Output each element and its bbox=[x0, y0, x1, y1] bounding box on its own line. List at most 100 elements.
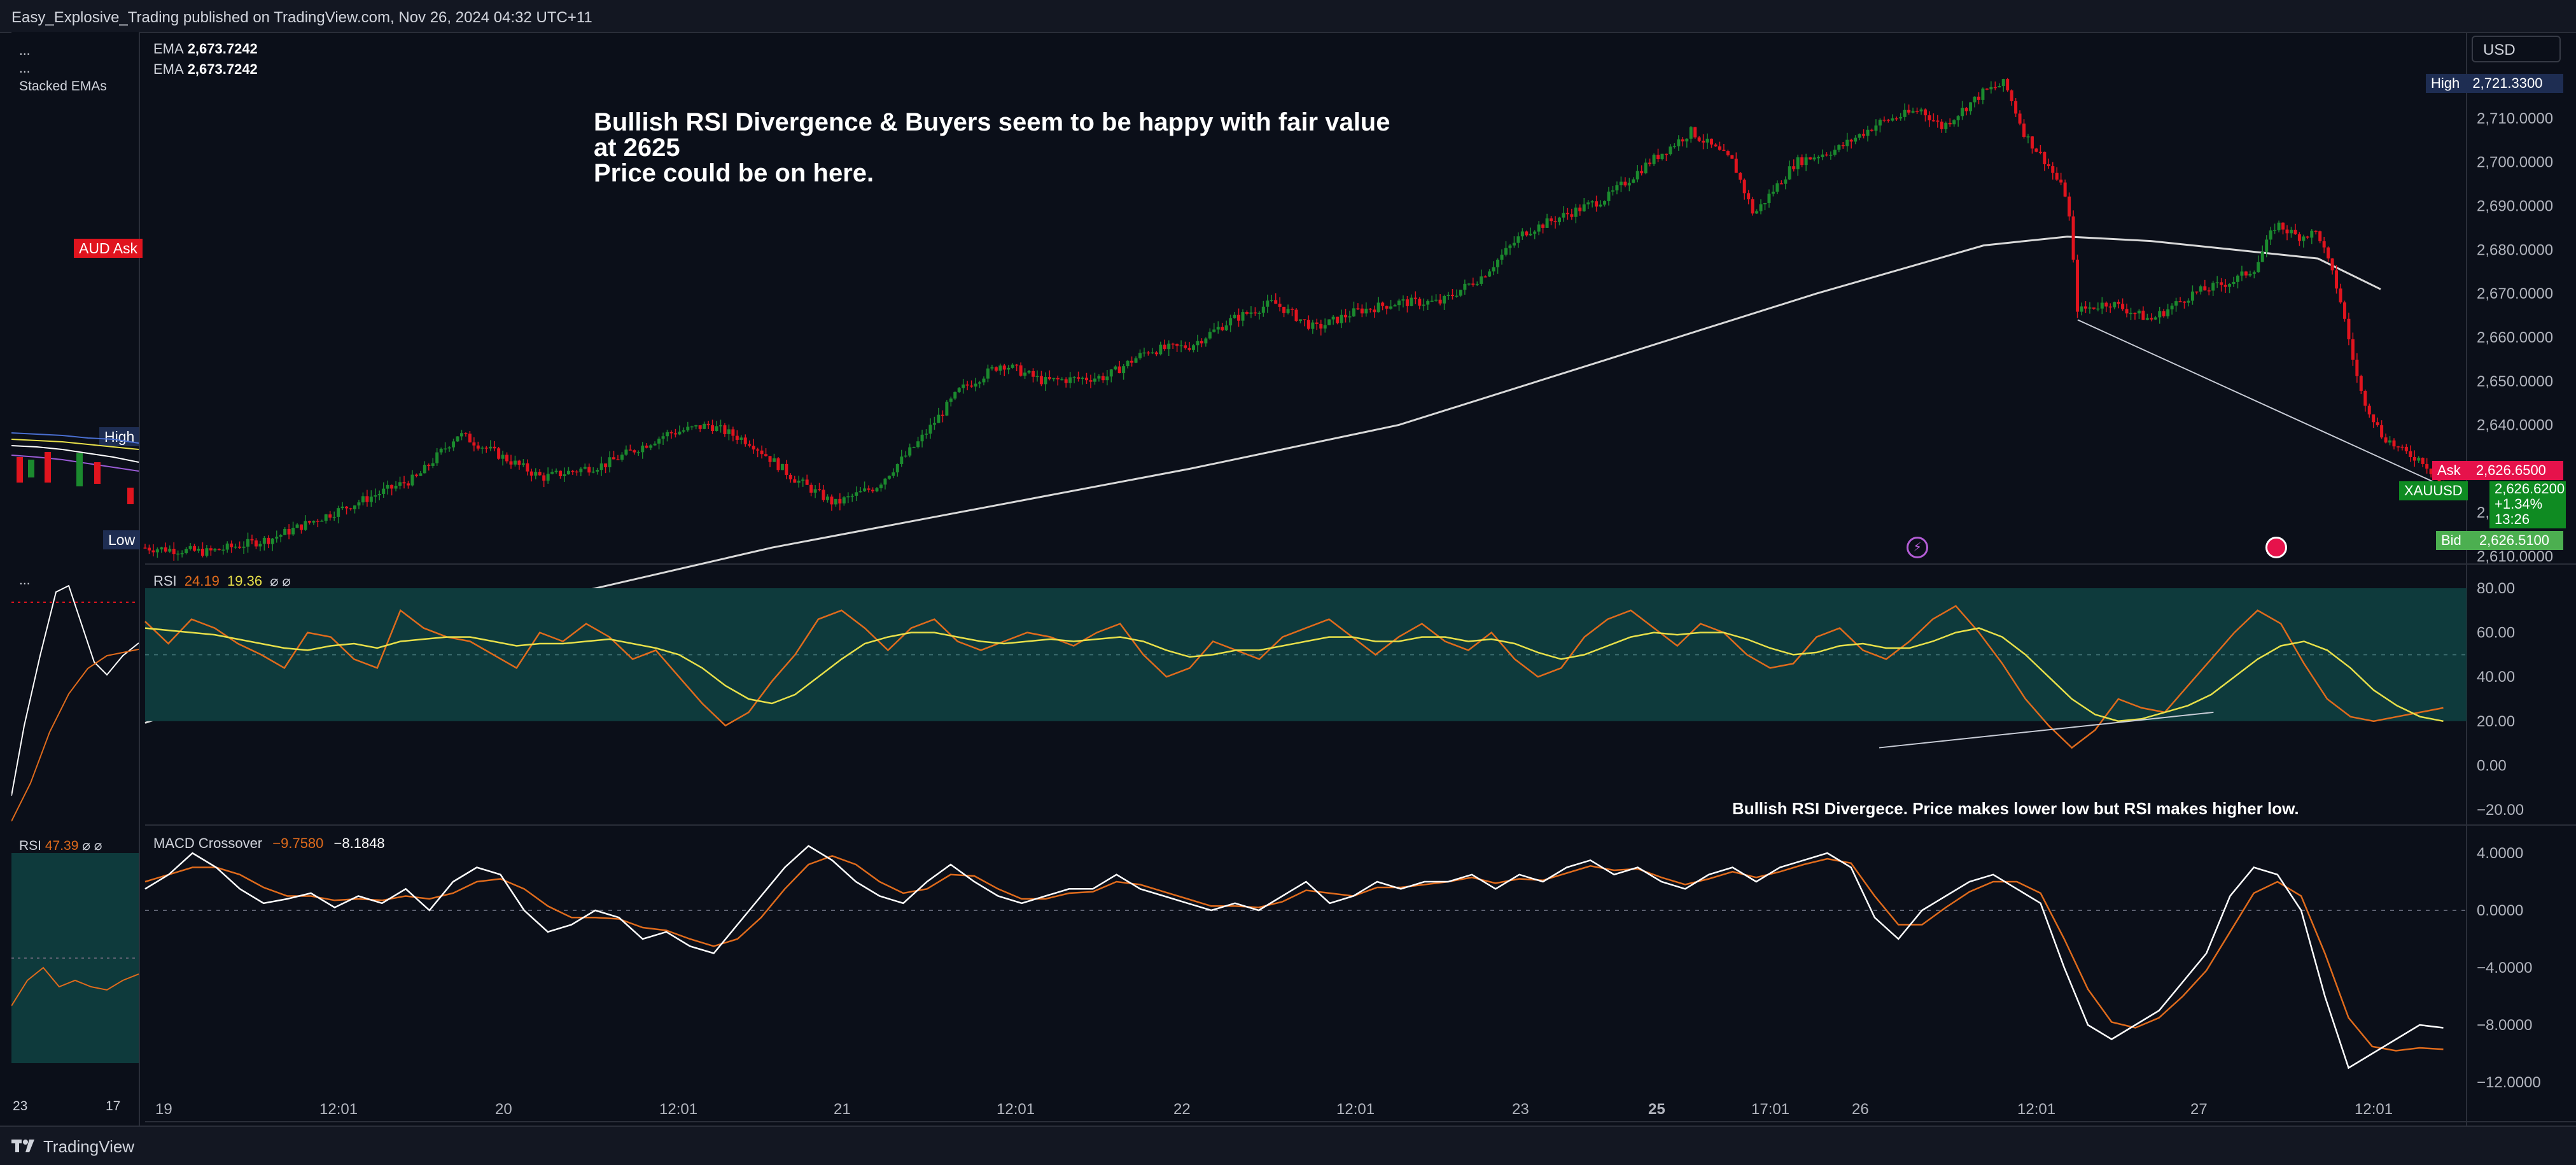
candle-body bbox=[1130, 360, 1134, 363]
candle-body bbox=[287, 528, 291, 535]
candle-body bbox=[1809, 157, 1812, 160]
candle-body bbox=[1553, 221, 1557, 222]
candle-body bbox=[1936, 120, 1940, 122]
candle-body bbox=[1467, 283, 1471, 285]
candle-body bbox=[295, 524, 299, 528]
candle-body bbox=[1381, 302, 1385, 306]
candle-body bbox=[1443, 295, 1446, 304]
rsi-legend-icons[interactable]: ⌀ ⌀ bbox=[270, 573, 291, 589]
candle-body bbox=[1352, 308, 1355, 317]
candle-body bbox=[505, 455, 509, 462]
candle-body bbox=[2244, 271, 2248, 276]
candle-body bbox=[2228, 284, 2232, 287]
rsi-legend[interactable]: RSI 24.19 19.36 ⌀ ⌀ bbox=[153, 573, 291, 590]
candle-body bbox=[1368, 308, 1372, 310]
candle-body bbox=[2092, 307, 2096, 309]
candle-body bbox=[559, 470, 563, 477]
macd-legend[interactable]: MACD Crossover −9.7580 −8.1848 bbox=[153, 835, 385, 852]
time-axis-tick: 12:01 bbox=[997, 1101, 1035, 1118]
candle-body bbox=[197, 548, 200, 551]
candle-body bbox=[2113, 302, 2117, 307]
price-divergence-line bbox=[2077, 319, 2444, 487]
candle-body bbox=[649, 445, 653, 448]
candle-body bbox=[1886, 120, 1890, 121]
candle-body bbox=[1611, 190, 1614, 192]
candle-body bbox=[213, 549, 217, 551]
main-annotation-text: Bullish RSI Divergence & Buyers seem to … bbox=[594, 109, 1408, 186]
candle-body bbox=[2026, 136, 2030, 138]
ema-legend-1[interactable]: EMA 2,673.7242 bbox=[153, 41, 258, 57]
candle-body bbox=[780, 463, 784, 470]
time-axis-tick: 26 bbox=[1852, 1101, 1869, 1118]
candle-body bbox=[2133, 313, 2137, 314]
candle-body bbox=[743, 437, 747, 444]
candle-body bbox=[1294, 309, 1298, 321]
candle-body bbox=[661, 436, 665, 439]
candle-body bbox=[731, 429, 735, 436]
candle-body bbox=[1788, 166, 1791, 180]
candle-body bbox=[2051, 166, 2055, 173]
candle-body bbox=[912, 447, 916, 448]
price-axis-tick: 2,680.0000 bbox=[2477, 241, 2553, 258]
currency-selector[interactable]: USD bbox=[2472, 36, 2561, 62]
candle-body bbox=[390, 484, 394, 489]
lightning-event-icon[interactable]: ⚡ bbox=[1907, 537, 1928, 558]
rsi-legend-value: 24.19 bbox=[184, 573, 220, 589]
candle-body bbox=[1854, 138, 1858, 142]
candle-body bbox=[365, 496, 369, 502]
last-price-value: 2,626.6200 bbox=[2495, 481, 2565, 497]
price-axis-tick: 2,610.0000 bbox=[2477, 548, 2553, 565]
candle-body bbox=[1833, 150, 1837, 155]
candle-body bbox=[1894, 118, 1898, 120]
candle-body bbox=[1093, 378, 1096, 382]
candle-body bbox=[324, 514, 328, 521]
candle-body bbox=[636, 452, 640, 453]
candle-body bbox=[925, 434, 928, 435]
candle-body bbox=[427, 465, 431, 466]
candle-body bbox=[1216, 327, 1220, 330]
candle-body bbox=[1763, 202, 1767, 204]
tradingview-brand: TradingView bbox=[43, 1137, 135, 1156]
ema-legend-2[interactable]: EMA 2,673.7242 bbox=[153, 61, 258, 78]
candle-body bbox=[2190, 291, 2194, 301]
candle-body bbox=[1973, 96, 1977, 102]
candle-body bbox=[2014, 101, 2018, 114]
ask-tag-value: 2,626.6500 bbox=[2475, 462, 2546, 478]
candle-body bbox=[1862, 134, 1866, 136]
us-flag-event-icon[interactable] bbox=[2265, 537, 2287, 558]
candle-body bbox=[1565, 213, 1569, 215]
candle-body bbox=[1870, 129, 1873, 131]
candle-body bbox=[1648, 162, 1652, 164]
candle-body bbox=[1179, 345, 1183, 346]
price-axis-tick: 2,660.0000 bbox=[2477, 329, 2553, 346]
candle-body bbox=[1044, 377, 1047, 385]
candle-body bbox=[1266, 300, 1270, 307]
candle-body bbox=[2034, 148, 2038, 152]
candle-body bbox=[513, 460, 517, 465]
candle-body bbox=[1002, 365, 1006, 370]
candle-body bbox=[1541, 224, 1545, 228]
candle-body bbox=[703, 423, 706, 429]
ema-legend-1-value: 2,673.7242 bbox=[187, 41, 258, 57]
candle-body bbox=[517, 460, 521, 465]
candle-body bbox=[2108, 306, 2112, 307]
candle-body bbox=[760, 450, 764, 455]
candle-body bbox=[739, 437, 743, 440]
price-axis-tick: 2,700.0000 bbox=[2477, 154, 2553, 171]
candle-body bbox=[711, 425, 715, 432]
candle-body bbox=[1208, 332, 1212, 339]
candle-body bbox=[1282, 306, 1286, 313]
candle-body bbox=[529, 471, 533, 476]
candle-body bbox=[1512, 243, 1516, 246]
candle-body bbox=[1931, 120, 1935, 122]
candle-body bbox=[1336, 316, 1340, 323]
candle-body bbox=[785, 463, 788, 475]
candle-body bbox=[1520, 231, 1524, 237]
candle-body bbox=[1516, 236, 1520, 243]
candle-body bbox=[1849, 139, 1853, 142]
candle-body bbox=[267, 537, 270, 544]
candle-body bbox=[855, 492, 858, 496]
candle-body bbox=[1796, 157, 1800, 169]
price-axis-tick: 2,670.0000 bbox=[2477, 285, 2553, 302]
candle-body bbox=[1632, 179, 1635, 183]
